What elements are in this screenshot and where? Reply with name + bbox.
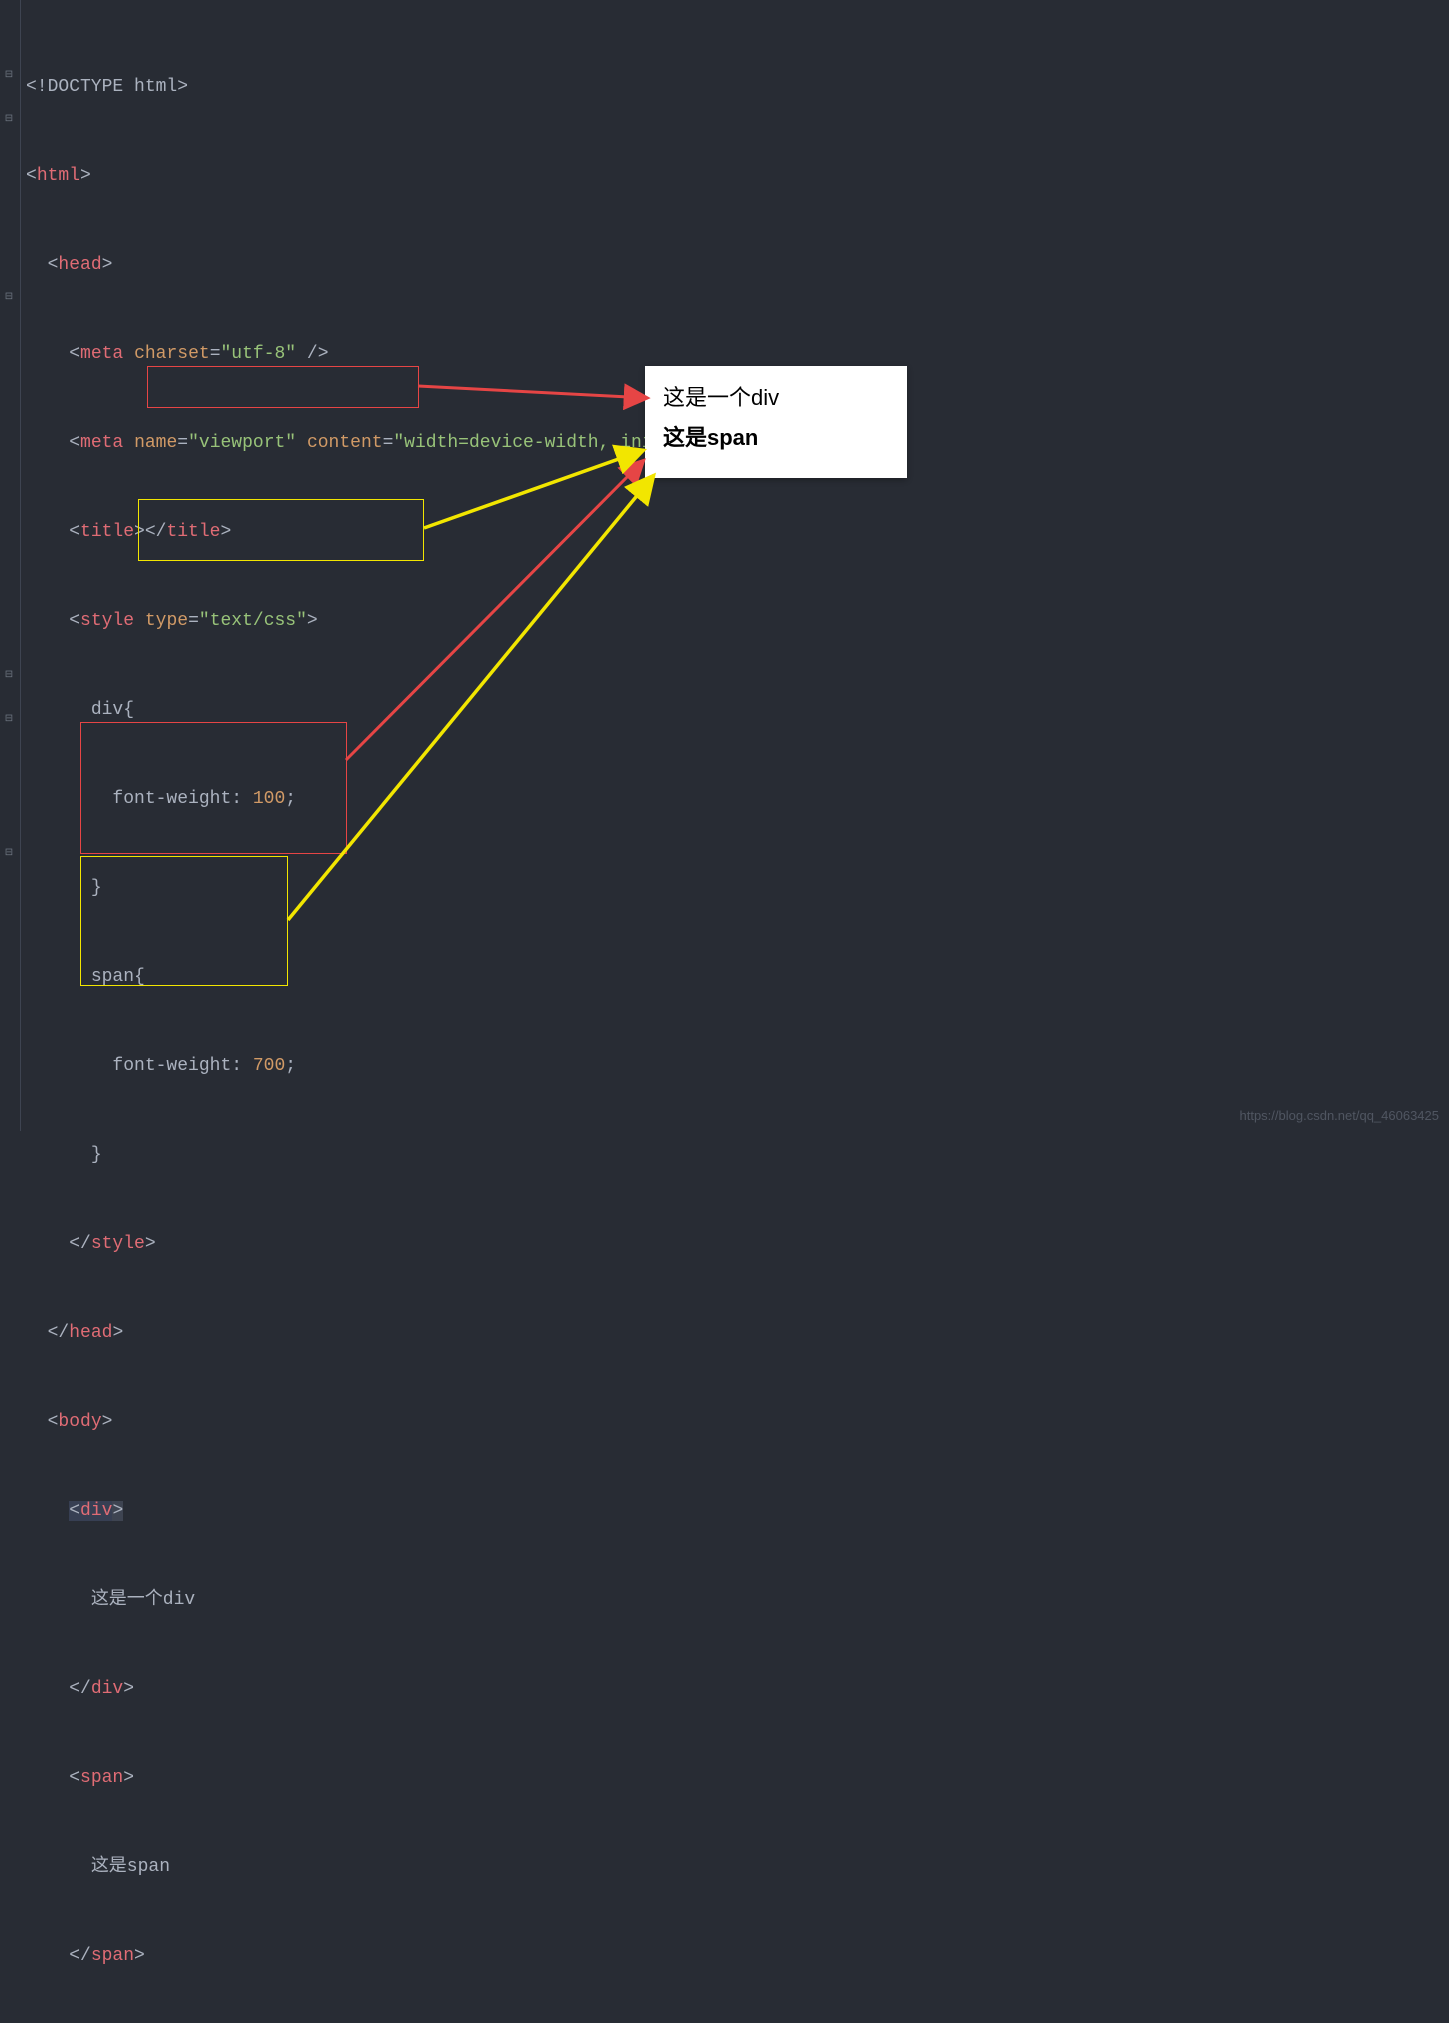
tag-name: html [37, 166, 80, 186]
bracket: </ [69, 1679, 91, 1699]
css-value: 700 [253, 1056, 285, 1076]
bracket: > [102, 255, 113, 275]
bracket: < [69, 611, 80, 631]
tag-name: style [80, 611, 134, 631]
text-content: 这是一个div [91, 1590, 195, 1610]
attr-name: name [134, 433, 177, 453]
css-property: font-weight: [112, 789, 252, 809]
tag-name: style [91, 1234, 145, 1254]
watermark: https://blog.csdn.net/qq_46063425 [1240, 1108, 1440, 1123]
browser-preview: 这是一个div 这是span [645, 366, 907, 478]
brace: } [91, 1145, 102, 1165]
gutter: ⊟ ⊟ ⊟ ⊟ ⊟ ⊟ [0, 0, 21, 1131]
attr-value: "utf-8" [221, 344, 297, 364]
attr-value: "viewport" [188, 433, 296, 453]
tag-name: title [80, 522, 134, 542]
tag-name: head [58, 255, 101, 275]
code-text: <!DOCTYPE html> [26, 77, 188, 97]
css-value: 100 [253, 789, 285, 809]
tag-name: div [91, 1679, 123, 1699]
css-selector: span{ [91, 967, 145, 987]
code-editor[interactable]: <!DOCTYPE html> <html> <head> <meta char… [26, 20, 804, 2023]
bracket: < [48, 1412, 59, 1432]
attr-name: charset [134, 344, 210, 364]
css-property: font-weight: [112, 1056, 252, 1076]
bracket: < [69, 344, 80, 364]
fold-icon[interactable]: ⊟ [3, 714, 15, 726]
tag-name: span [80, 1768, 123, 1788]
fold-icon[interactable]: ⊟ [3, 670, 15, 682]
bracket: < [26, 166, 37, 186]
bracket: </ [48, 1323, 70, 1343]
fold-icon[interactable]: ⊟ [3, 848, 15, 860]
bracket: > [80, 166, 91, 186]
tag-name: head [69, 1323, 112, 1343]
attr-value: "text/css" [199, 611, 307, 631]
attr-name: type [145, 611, 188, 631]
css-selector: div{ [91, 700, 134, 720]
fold-icon[interactable]: ⊟ [3, 292, 15, 304]
attr-name: content [307, 433, 383, 453]
bracket: < [69, 1501, 80, 1521]
tag-name: div [80, 1501, 112, 1521]
tag-name: body [58, 1412, 101, 1432]
tag-name: meta [80, 433, 123, 453]
tag-name: meta [80, 344, 123, 364]
fold-icon[interactable]: ⊟ [3, 70, 15, 82]
bracket: < [69, 522, 80, 542]
brace: } [91, 878, 102, 898]
bracket: < [69, 1768, 80, 1788]
tag-name: title [166, 522, 220, 542]
preview-div-text: 这是一个div [663, 380, 889, 412]
tag-name: span [91, 1946, 134, 1966]
bracket: </ [69, 1946, 91, 1966]
bracket: < [69, 433, 80, 453]
bracket: < [48, 255, 59, 275]
bracket: </ [69, 1234, 91, 1254]
fold-icon[interactable]: ⊟ [3, 114, 15, 126]
text-content: 这是span [91, 1857, 170, 1877]
preview-span-text: 这是span [663, 420, 889, 452]
